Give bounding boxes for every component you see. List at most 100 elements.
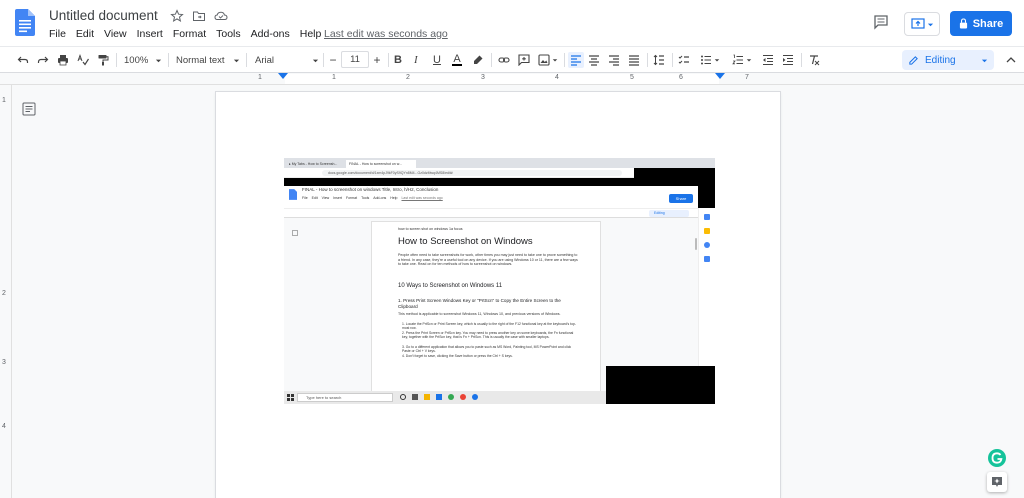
inner-bullet: 4. Don't forget to save, clicking the Sa…: [402, 354, 513, 358]
decrease-font-size-button[interactable]: −: [326, 52, 340, 68]
inner-bullet: 2. Press the Print Screen or PrtScn key.…: [402, 331, 574, 340]
menu-bar: File Edit View Insert Format Tools Add-o…: [44, 28, 326, 40]
inner-subheading: 10 Ways to Screenshot on Windows 11: [398, 283, 503, 289]
zoom-select[interactable]: 100%: [124, 52, 162, 68]
menu-addons[interactable]: Add-ons: [246, 28, 295, 40]
menu-view[interactable]: View: [99, 28, 132, 40]
text-color-button[interactable]: A: [452, 52, 462, 68]
bold-button[interactable]: B: [394, 52, 402, 68]
justify-button[interactable]: [628, 52, 640, 68]
menu-format[interactable]: Format: [168, 28, 211, 40]
zoom-value: 100%: [124, 54, 149, 66]
align-right-icon: [609, 55, 619, 66]
toolbar-divider: [168, 53, 169, 67]
align-center-icon: [589, 55, 599, 66]
font-family-select[interactable]: Arial: [255, 52, 319, 68]
windows-taskbar: Type here to search: [284, 391, 606, 404]
align-center-button[interactable]: [588, 52, 600, 68]
ruler-number: 2: [406, 74, 410, 81]
menu-insert[interactable]: Insert: [132, 28, 168, 40]
chevron-down-icon: [552, 59, 558, 62]
last-edit-link[interactable]: Last edit was seconds ago: [324, 28, 448, 40]
ruler-number: 4: [2, 423, 6, 430]
taskbar-search-box: Type here to search: [297, 393, 393, 402]
ruler-number: 2: [2, 290, 6, 297]
inner-menu-item: Add-ons: [373, 196, 387, 200]
toolbar-divider: [491, 53, 492, 67]
editing-mode-select[interactable]: Editing: [902, 50, 994, 70]
inner-doc-title: FINAL - How to screenshot on windows Tit…: [302, 187, 439, 192]
add-comment-button[interactable]: [518, 52, 530, 68]
docs-logo-icon[interactable]: [15, 9, 35, 36]
comment-history-icon[interactable]: [873, 14, 889, 30]
insert-image-button[interactable]: [537, 52, 559, 68]
checklist-button[interactable]: [678, 52, 690, 68]
formatting-toolbar: 100% Normal text Arial − 11 + B I U A Ed…: [0, 46, 1024, 73]
redo-button[interactable]: [37, 52, 49, 68]
explore-button[interactable]: [987, 472, 1007, 492]
docs-header: Untitled document File Edit View Insert …: [0, 0, 1024, 46]
vertical-ruler: 1 2 3 4: [0, 85, 12, 498]
print-button[interactable]: [57, 52, 69, 68]
undo-button[interactable]: [17, 52, 29, 68]
explore-icon: [992, 477, 1002, 487]
italic-button[interactable]: I: [414, 52, 418, 68]
highlight-color-button[interactable]: [472, 52, 484, 68]
insert-link-button[interactable]: [498, 52, 510, 68]
menu-help[interactable]: Help: [295, 28, 327, 40]
grammarly-icon[interactable]: [988, 449, 1006, 467]
chrome-icon: [448, 394, 454, 400]
embedded-screenshot-image[interactable]: ▸ My Tabs - How to Screensh... FINAL - H…: [284, 158, 715, 404]
bulleted-list-button[interactable]: [698, 52, 722, 68]
numbered-list-button[interactable]: [730, 52, 754, 68]
toolbar-divider: [801, 53, 802, 67]
document-title[interactable]: Untitled document: [49, 8, 158, 23]
toolbar-divider: [647, 53, 648, 67]
star-icon[interactable]: [170, 9, 184, 23]
font-size-input[interactable]: 11: [341, 51, 369, 68]
bulleted-list-icon: [701, 55, 711, 65]
toolbar-divider: [323, 53, 324, 67]
toolbar-divider: [116, 53, 117, 67]
paint-format-icon: [98, 55, 109, 66]
font-family-value: Arial: [255, 54, 275, 66]
increase-indent-button[interactable]: [782, 52, 794, 68]
left-indent-marker-icon[interactable]: [278, 73, 288, 81]
justify-icon: [629, 55, 639, 66]
spellcheck-button[interactable]: [77, 52, 89, 68]
ruler-number: 4: [555, 74, 559, 81]
paragraph-style-select[interactable]: Normal text: [176, 52, 240, 68]
menu-tools[interactable]: Tools: [211, 28, 246, 40]
redo-icon: [37, 56, 49, 63]
ruler-number: 1: [258, 74, 262, 81]
windows-start-icon: [287, 394, 294, 401]
ruler-number: 1: [332, 74, 336, 81]
line-spacing-button[interactable]: [653, 52, 665, 68]
clear-formatting-button[interactable]: [808, 52, 820, 68]
browser-tab-strip: ▸ My Tabs - How to Screensh... FINAL - H…: [284, 158, 715, 168]
cloud-saved-icon[interactable]: [214, 9, 228, 23]
decrease-indent-button[interactable]: [762, 52, 774, 68]
horizontal-ruler: 1 1 2 3 4 5 6 7: [0, 73, 1024, 85]
document-outline-icon[interactable]: [22, 102, 36, 116]
increase-font-size-button[interactable]: +: [370, 52, 384, 68]
ruler-number: 1: [2, 97, 6, 104]
share-button[interactable]: Share: [950, 11, 1012, 36]
paint-format-button[interactable]: [97, 52, 109, 68]
present-button[interactable]: [904, 12, 940, 36]
align-left-button[interactable]: [568, 52, 584, 68]
right-indent-marker-icon[interactable]: [715, 73, 725, 81]
chevron-down-icon: [233, 59, 240, 62]
inner-menu-item: Insert: [333, 196, 342, 200]
undo-icon: [17, 56, 29, 63]
underline-button[interactable]: U: [433, 52, 441, 68]
inner-menu-item: View: [321, 196, 330, 200]
grammarly-g-icon: [991, 452, 1003, 464]
move-to-folder-icon[interactable]: [192, 9, 206, 23]
spellcheck-icon: [77, 54, 89, 66]
menu-file[interactable]: File: [44, 28, 71, 40]
chevron-up-icon[interactable]: [1005, 54, 1017, 66]
inner-bullet: 1. Locate the PrtScn or Print Screen key…: [402, 322, 576, 331]
align-right-button[interactable]: [608, 52, 620, 68]
menu-edit[interactable]: Edit: [71, 28, 99, 40]
